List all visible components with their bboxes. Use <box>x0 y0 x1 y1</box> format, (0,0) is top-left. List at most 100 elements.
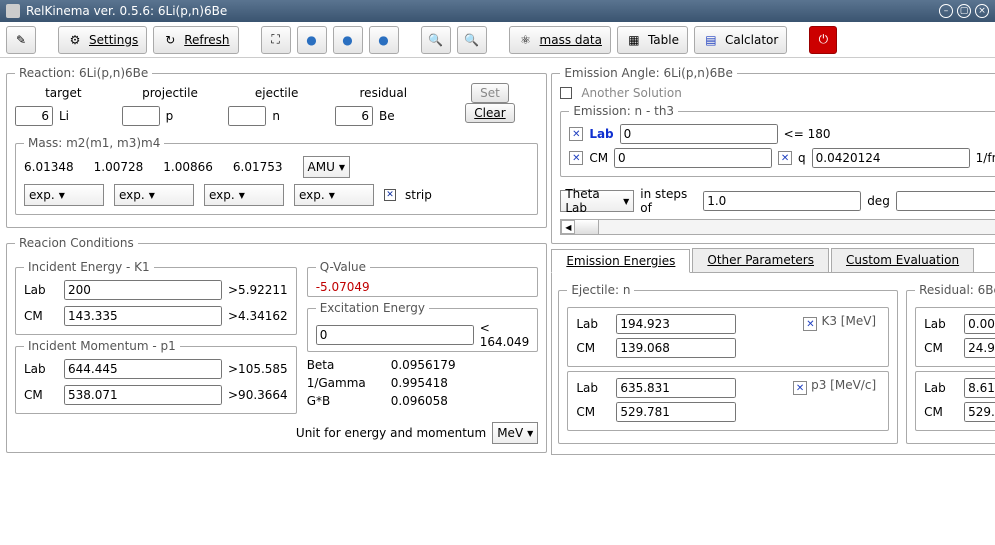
mass-src1-select[interactable]: exp.▼ <box>24 184 104 206</box>
clear-button[interactable]: Clear <box>465 103 514 123</box>
target-a-input[interactable] <box>15 106 53 126</box>
projectile-header: projectile <box>122 86 219 100</box>
minimize-icon[interactable]: – <box>939 4 953 18</box>
k3-group: K3 [MeV] Lab✕ CM <box>567 307 889 367</box>
projectile-a-input[interactable] <box>122 106 160 126</box>
ejectile-group: Ejectile: n K3 [MeV] Lab✕ CM p3 [MeV/c] … <box>558 283 898 444</box>
theta-select[interactable]: Theta Lab▼ <box>560 190 634 212</box>
ejectile-legend: Ejectile: n <box>567 283 634 297</box>
em-lab-limit: <= 180 <box>784 127 831 141</box>
p3-cm-input[interactable] <box>616 402 736 422</box>
p4-cm-input[interactable] <box>964 402 995 422</box>
em-lab-label: Lab <box>589 127 613 141</box>
tab-emission-energies[interactable]: Emission Energies <box>551 249 690 273</box>
steps-input[interactable] <box>703 191 861 211</box>
app-icon <box>6 4 20 18</box>
em-cm-reset2[interactable]: ✕ <box>778 151 792 165</box>
nav3-button[interactable]: ● <box>369 26 399 54</box>
k4-cm-input[interactable] <box>964 338 995 358</box>
p3-cm-label: CM <box>576 405 610 419</box>
expand-icon: ⛶ <box>268 32 284 48</box>
k3-lab-reset[interactable]: ✕ <box>803 317 817 331</box>
hscrollbar[interactable]: ◀ ◀ ▶ <box>560 219 995 235</box>
p3-group: p3 [MeV/c] Lab✕ CM <box>567 371 889 431</box>
refresh-button[interactable]: ↻Refresh <box>153 26 238 54</box>
p4-lab-input[interactable] <box>964 378 995 398</box>
ejectile-a-input[interactable] <box>228 106 266 126</box>
mass-data-button[interactable]: ⚛mass data <box>509 26 611 54</box>
gear-icon: ⚙ <box>67 32 83 48</box>
close-icon[interactable]: × <box>975 4 989 18</box>
p1-lab-input[interactable] <box>64 359 222 379</box>
p1-cm-input[interactable] <box>64 385 222 405</box>
em-cm-reset[interactable]: ✕ <box>569 151 583 165</box>
k4-group: K4 [MeV] Lab✕ CM <box>915 307 995 367</box>
calculator-button[interactable]: ▤Calclator <box>694 26 787 54</box>
residual-a-input[interactable] <box>335 106 373 126</box>
k4-lab-input[interactable] <box>964 314 995 334</box>
ex-input[interactable] <box>316 325 474 345</box>
beta-label: Beta <box>307 358 387 372</box>
em-cm-input[interactable] <box>614 148 772 168</box>
scroll-left-icon[interactable]: ◀ <box>561 220 575 234</box>
tab-custom-evaluation[interactable]: Custom Evaluation <box>831 248 974 272</box>
chevron-down-icon: ▼ <box>623 197 629 206</box>
p3-lab-reset[interactable]: ✕ <box>793 381 807 395</box>
unit-label: Unit for energy and momentum <box>296 426 486 440</box>
ejectile-header: ejectile <box>228 86 325 100</box>
k1-lab-limit: >5.92211 <box>228 283 288 297</box>
p1-cm-label: CM <box>24 388 58 402</box>
fullscreen-button[interactable]: ⛶ <box>261 26 291 54</box>
mass-group: Mass: m2(m1, m3)m4 6.01348 1.00728 1.008… <box>15 136 538 215</box>
em-lab-input[interactable] <box>620 124 778 144</box>
tab-other-parameters[interactable]: Other Parameters <box>692 248 829 272</box>
mass-legend: Mass: m2(m1, m3)m4 <box>24 136 164 150</box>
steps-extra[interactable] <box>896 191 995 211</box>
zoom-out-icon: 🔍 <box>464 32 480 48</box>
mass-unit-select[interactable]: AMU▼ <box>303 156 351 178</box>
settings-button[interactable]: ⚙Settings <box>58 26 147 54</box>
maximize-icon[interactable]: ▢ <box>957 4 971 18</box>
chevron-down-icon: ▼ <box>59 191 65 200</box>
table-button[interactable]: ▦Table <box>617 26 688 54</box>
k1-lab-input[interactable] <box>64 280 222 300</box>
p4-group: p4 [MeV/c] Lab✕ CM <box>915 371 995 431</box>
p3-lab-label: Lab <box>576 381 610 395</box>
incident-momentum-group: Incident Momentum - p1 Lab >105.585 CM >… <box>15 339 297 414</box>
zoom-in-button[interactable]: 🔍 <box>421 26 451 54</box>
emission-angle-group: Emission Angle: 6Li(p,n)6Be Another Solu… <box>551 66 995 244</box>
chevron-down-icon: ▼ <box>149 191 155 200</box>
target-header: target <box>15 86 112 100</box>
reaction-legend: Reaction: 6Li(p,n)6Be <box>15 66 152 80</box>
k3-lab-input[interactable] <box>616 314 736 334</box>
power-button[interactable]: ⏻ <box>809 26 837 54</box>
another-solution-check[interactable] <box>560 87 572 99</box>
nav1-button[interactable]: ● <box>297 26 327 54</box>
mass-src2-select[interactable]: exp.▼ <box>114 184 194 206</box>
p3-lab-input[interactable] <box>616 378 736 398</box>
refresh-icon: ↻ <box>162 32 178 48</box>
zoom-in-icon: 🔍 <box>428 32 444 48</box>
ejectile-sym: n <box>272 109 280 123</box>
em-cm-label: CM <box>589 151 608 165</box>
nav2-button[interactable]: ● <box>333 26 363 54</box>
zoom-out-button[interactable]: 🔍 <box>457 26 487 54</box>
emission-subgroup: Emission: n - th3 ✕ Lab <= 180 ✕ CM ✕ q <box>560 104 995 177</box>
em-q-input[interactable] <box>812 148 970 168</box>
mass-m2: 1.00728 <box>94 160 144 174</box>
mass-src3-select[interactable]: exp.▼ <box>204 184 284 206</box>
home-button[interactable]: ✎ <box>6 26 36 54</box>
strip-check[interactable]: ✕ <box>384 189 396 201</box>
mass-m1: 6.01348 <box>24 160 74 174</box>
mass-src4-select[interactable]: exp.▼ <box>294 184 374 206</box>
k1-cm-input[interactable] <box>64 306 222 326</box>
table-icon: ▦ <box>626 32 642 48</box>
set-button[interactable]: Set <box>471 83 509 103</box>
k3-cm-input[interactable] <box>616 338 736 358</box>
em-lab-reset[interactable]: ✕ <box>569 127 583 141</box>
unit-select[interactable]: MeV▼ <box>492 422 538 444</box>
p1-cm-limit: >90.3664 <box>228 388 288 402</box>
q-label: q <box>798 151 806 165</box>
mass-m3: 1.00866 <box>163 160 213 174</box>
beta-value: 0.0956179 <box>391 358 539 372</box>
